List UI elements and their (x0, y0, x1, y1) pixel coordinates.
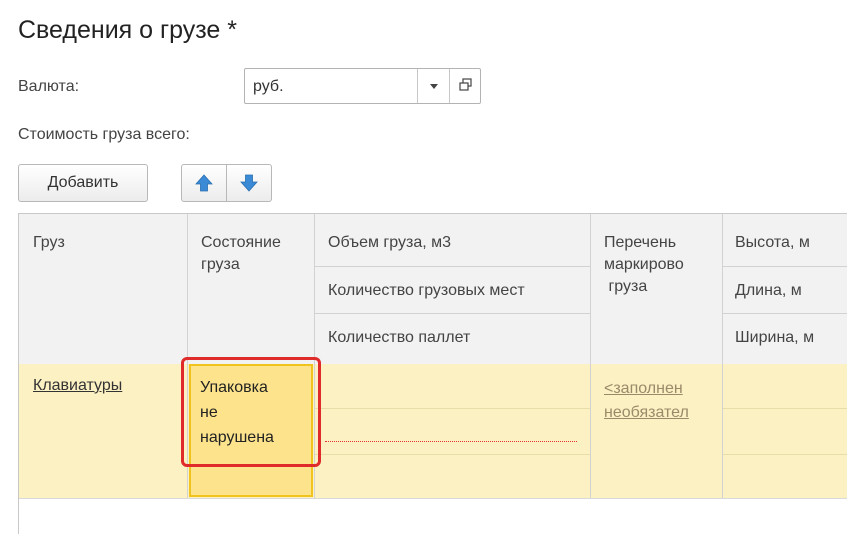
required-field-underline (325, 441, 577, 442)
column-header-state[interactable]: Состояние груза (201, 232, 281, 276)
column-header-marking[interactable]: Перечень маркирово груза (604, 232, 684, 298)
column-header-width[interactable]: Ширина, м (735, 327, 814, 349)
column-header-height[interactable]: Высота, м (735, 232, 810, 254)
cargo-link[interactable]: Клавиатуры (33, 377, 122, 395)
currency-value[interactable]: руб. (253, 78, 284, 96)
move-down-button[interactable] (226, 164, 272, 202)
marking-link[interactable]: <заполнен необязател (604, 377, 689, 425)
currency-label: Валюта: (18, 78, 80, 95)
column-header-places[interactable]: Количество грузовых мест (328, 280, 525, 302)
open-window-icon[interactable] (449, 69, 481, 103)
column-header-length[interactable]: Длина, м (735, 280, 802, 302)
cargo-table[interactable]: Груз Состояние груза Объем груза, м3 Кол… (18, 213, 847, 534)
column-header-cargo[interactable]: Груз (33, 232, 65, 254)
total-cost-label: Стоимость груза всего: (18, 126, 190, 143)
chevron-down-icon[interactable] (417, 69, 450, 103)
currency-field[interactable]: руб. (244, 68, 481, 104)
add-button[interactable]: Добавить (18, 164, 148, 202)
focus-highlight-box (181, 357, 321, 467)
page-title: Сведения о грузе * (18, 16, 238, 44)
column-header-pallets[interactable]: Количество паллет (328, 327, 470, 349)
move-up-button[interactable] (181, 164, 227, 202)
arrow-up-icon (195, 174, 213, 192)
arrow-down-icon (240, 174, 258, 192)
column-header-volume[interactable]: Объем груза, м3 (328, 232, 451, 254)
